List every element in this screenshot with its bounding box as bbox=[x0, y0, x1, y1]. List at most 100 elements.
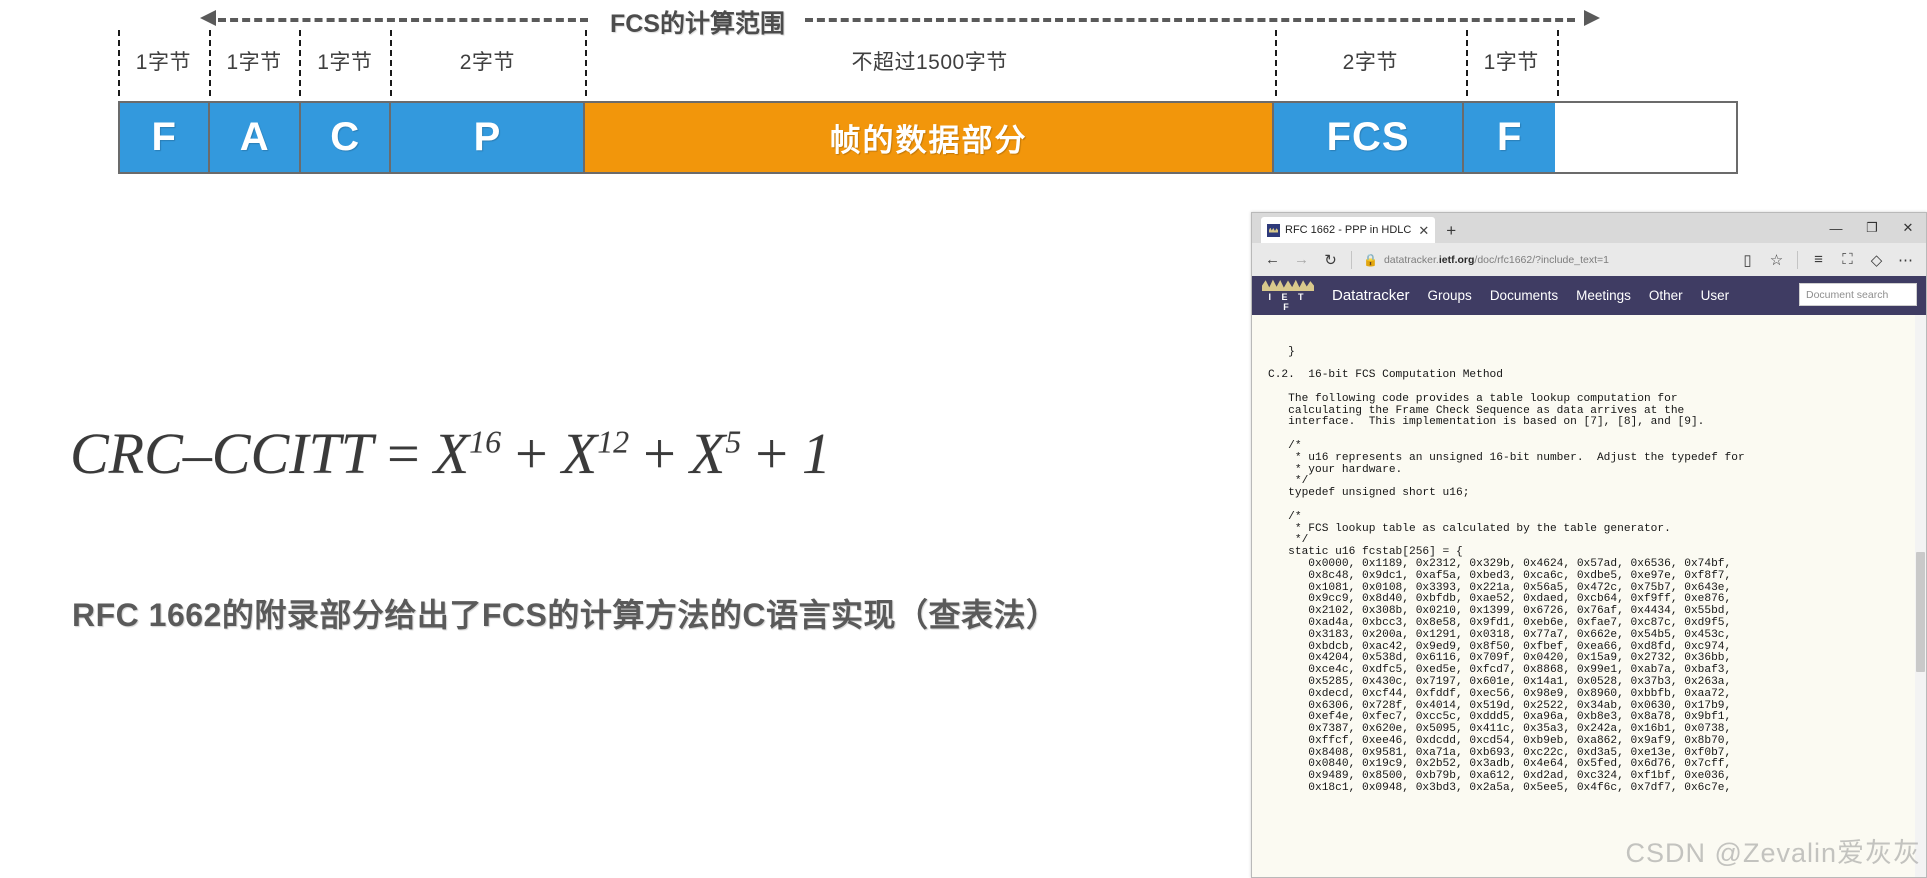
browser-tab[interactable]: RFC 1662 - PPP in HDLC ✕ bbox=[1261, 217, 1436, 243]
rfc-line: 0x0000, 0x1189, 0x2312, 0x329b, 0x4624, … bbox=[1268, 557, 1732, 570]
ietf-logo-letters: I E T F bbox=[1268, 292, 1308, 312]
frame-field-name-0: F bbox=[151, 115, 177, 159]
frame-field-name-3: P bbox=[473, 115, 502, 159]
frame-field-name-5: FCS bbox=[1326, 115, 1410, 159]
field-size-label-0: 1字节 bbox=[135, 51, 191, 74]
rfc-line: 0x5285, 0x430c, 0x7197, 0x601e, 0x14a1, … bbox=[1268, 675, 1732, 688]
rfc-blank-line bbox=[1268, 429, 1926, 441]
frame-field-name-1: A bbox=[239, 115, 270, 159]
window-controls: — ❐ ✕ bbox=[1818, 213, 1926, 243]
field-divider-dash bbox=[208, 30, 211, 96]
field-divider-dash bbox=[390, 30, 393, 96]
formula-exponent-2: 5 bbox=[725, 424, 742, 460]
rfc-line: * u16 represents an unsigned 16-bit numb… bbox=[1268, 451, 1745, 464]
formula-exponent-0: 16 bbox=[469, 424, 502, 460]
scope-dash-left bbox=[218, 18, 588, 22]
rfc-line: 0xdecd, 0xcf44, 0xfddf, 0xec56, 0x98e9, … bbox=[1268, 687, 1732, 700]
tab-close-icon[interactable]: ✕ bbox=[1416, 224, 1429, 237]
field-divider-dash bbox=[1274, 30, 1277, 96]
frame-field-name-6: F bbox=[1496, 115, 1523, 159]
field-size-label-4: 不超过1500字节 bbox=[851, 51, 1008, 74]
formula-plus-3: + bbox=[755, 421, 788, 486]
rfc-line: * your hardware. bbox=[1268, 463, 1403, 476]
frame-field-0: F bbox=[120, 103, 211, 172]
ietf-nav-item-meetings[interactable]: Meetings bbox=[1576, 288, 1631, 303]
field-size-label-1: 1字节 bbox=[226, 51, 282, 74]
document-scrollbar[interactable] bbox=[1915, 315, 1926, 877]
reading-view-icon[interactable]: ▯ bbox=[1734, 246, 1761, 273]
maximize-button[interactable]: ❐ bbox=[1854, 213, 1890, 243]
field-size-label-6: 1字节 bbox=[1483, 51, 1539, 74]
collections-icon[interactable]: ⛶ bbox=[1834, 246, 1861, 273]
frame-field-6: F bbox=[1464, 103, 1555, 172]
frame-field-name-2: C bbox=[330, 115, 361, 159]
document-search-placeholder: Document search bbox=[1806, 288, 1889, 301]
field-divider-dash bbox=[1465, 30, 1468, 96]
back-button[interactable]: ← bbox=[1259, 246, 1286, 273]
scope-arrow-left-icon bbox=[200, 10, 216, 26]
toolbar-divider bbox=[1351, 250, 1352, 269]
minimize-button[interactable]: — bbox=[1818, 213, 1854, 243]
rfc-blank-line bbox=[1268, 382, 1926, 394]
ietf-nav-item-other[interactable]: Other bbox=[1649, 288, 1683, 303]
ietf-nav-item-datatracker[interactable]: Datatracker bbox=[1332, 287, 1410, 304]
rfc-line: The following code provides a table look… bbox=[1268, 392, 1678, 405]
rfc-line: /* bbox=[1268, 439, 1302, 452]
rfc-line: typedef unsigned short u16; bbox=[1268, 487, 1470, 500]
new-tab-button[interactable]: + bbox=[1446, 222, 1456, 239]
rfc-blank-line bbox=[1268, 500, 1926, 512]
field-divider-dash bbox=[1556, 30, 1559, 96]
share-icon[interactable]: ◇ bbox=[1863, 246, 1890, 273]
formula-exponent-1: 12 bbox=[597, 424, 630, 460]
formula-equals: = bbox=[387, 421, 420, 486]
address-bar[interactable]: 🔒 datatracker.ietf.org/doc/rfc1662/?incl… bbox=[1359, 247, 1732, 272]
field-size-label-3: 2字节 bbox=[459, 51, 515, 74]
rfc-line: 0xffcf, 0xee46, 0xdcdd, 0xcd54, 0xb9eb, … bbox=[1268, 734, 1732, 747]
scrollbar-thumb[interactable] bbox=[1916, 552, 1925, 673]
formula-plus-2: + bbox=[643, 421, 676, 486]
ietf-logo-icon[interactable]: I E T F bbox=[1262, 279, 1314, 312]
favorite-star-icon[interactable]: ☆ bbox=[1763, 246, 1790, 273]
browser-titlebar: RFC 1662 - PPP in HDLC ✕ + — ❐ ✕ bbox=[1252, 213, 1926, 243]
refresh-button[interactable]: ↻ bbox=[1317, 246, 1344, 273]
rfc-line: 0x18c1, 0x0948, 0x3bd3, 0x2a5a, 0x5ee5, … bbox=[1268, 782, 1732, 795]
frame-field-5: FCS bbox=[1273, 103, 1465, 172]
browser-window: RFC 1662 - PPP in HDLC ✕ + — ❐ ✕ ← → ↻ 🔒… bbox=[1251, 212, 1927, 878]
close-window-button[interactable]: ✕ bbox=[1890, 213, 1926, 243]
ietf-nav-item-user[interactable]: User bbox=[1701, 288, 1730, 303]
reading-list-icon[interactable]: ≡ bbox=[1805, 246, 1832, 273]
field-divider-dash bbox=[118, 30, 120, 96]
rfc-document-text: } C.2. 16-bit FCS Computation Method The … bbox=[1252, 315, 1926, 877]
formula-term-0: X16 bbox=[433, 421, 502, 486]
ietf-nav-item-documents[interactable]: Documents bbox=[1490, 288, 1558, 303]
rfc-line: 0xad4a, 0xbcc3, 0x8e58, 0x9fd1, 0xeb6e, … bbox=[1268, 616, 1732, 629]
url-text: datatracker.ietf.org/doc/rfc1662/?includ… bbox=[1384, 254, 1609, 266]
frame-field-3: P bbox=[391, 103, 586, 172]
forward-button[interactable]: → bbox=[1288, 246, 1315, 273]
ethernet-frame-diagram: FCS的计算范围 1字节 1字节 1字节 2字节 不超过1500字节 2字节 1字节 FAC… bbox=[0, 0, 1760, 205]
scope-dash-right bbox=[805, 18, 1575, 22]
ietf-nav-item-groups[interactable]: Groups bbox=[1428, 288, 1472, 303]
formula-term-3: 1 bbox=[801, 421, 831, 486]
rfc-line: 0x8c48, 0x9dc1, 0xaf5a, 0xbed3, 0xca6c, … bbox=[1268, 569, 1732, 582]
url-prefix: datatracker. bbox=[1383, 253, 1439, 266]
frame-field-2: C bbox=[300, 103, 392, 172]
url-path: /doc/rfc1662/?include_text=1 bbox=[1474, 253, 1609, 266]
frame-field-4: 帧的数据部分 bbox=[585, 103, 1274, 172]
ietf-nav-links: Datatracker Groups Documents Meetings Other U… bbox=[1332, 287, 1729, 304]
ietf-wave-mark bbox=[1262, 279, 1314, 291]
scope-arrow-right-icon bbox=[1584, 10, 1600, 26]
toolbar-divider-2 bbox=[1797, 250, 1798, 269]
field-size-label-row: 1字节 1字节 1字节 2字节 不超过1500字节 2字节 1字节 bbox=[118, 30, 1738, 92]
frame-field-bar: F A C P 帧的数据部分 FCS F bbox=[118, 101, 1738, 174]
formula-term-1: X12 bbox=[561, 421, 630, 486]
more-options-icon[interactable]: ⋯ bbox=[1892, 246, 1919, 273]
ietf-navbar: I E T F Datatracker Groups Documents Meetin… bbox=[1252, 276, 1926, 315]
browser-toolbar: ← → ↻ 🔒 datatracker.ietf.org/doc/rfc1662… bbox=[1252, 243, 1926, 276]
field-size-label-2: 1字节 bbox=[317, 51, 373, 74]
formula-term-2: X5 bbox=[689, 421, 742, 486]
document-search-input[interactable]: Document search bbox=[1799, 283, 1917, 306]
frame-field-1: A bbox=[210, 103, 301, 172]
field-size-label-5: 2字节 bbox=[1342, 51, 1398, 74]
ietf-favicon-icon bbox=[1267, 223, 1280, 237]
